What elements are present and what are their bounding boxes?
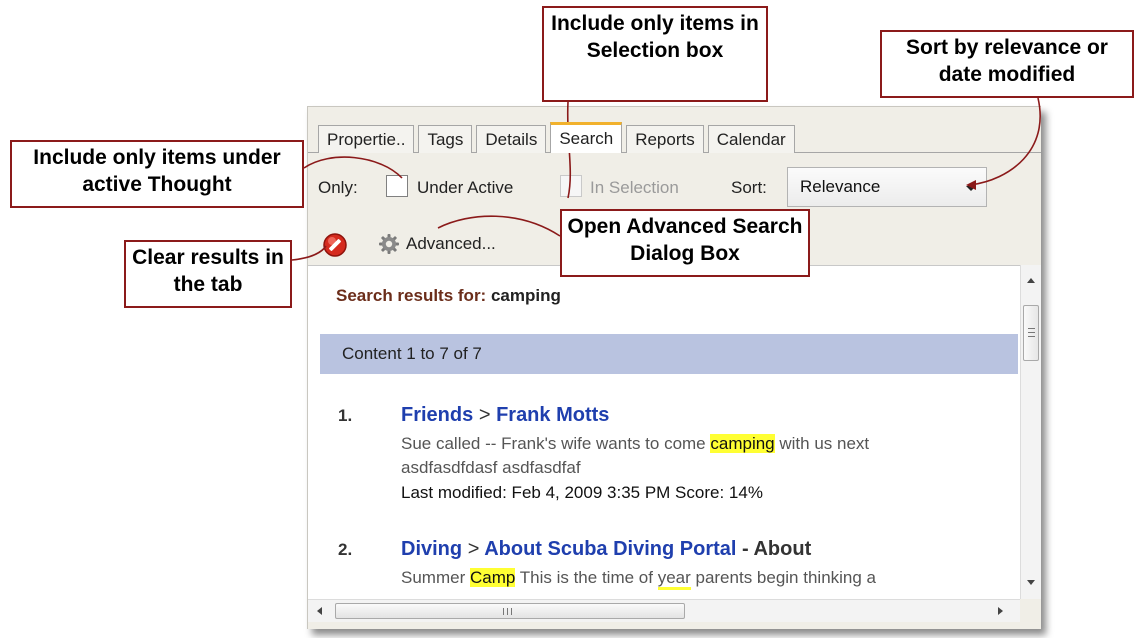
tab-calendar[interactable]: Calendar <box>707 125 795 153</box>
under-active-checkbox[interactable] <box>386 175 408 197</box>
snippet-highlight: Camp <box>469 568 516 587</box>
callout-sort: Sort by relevance or date modified <box>880 30 1134 98</box>
callout-advanced: Open Advanced Search Dialog Box <box>560 209 810 277</box>
clear-results-button[interactable] <box>322 232 348 258</box>
vertical-scroll-thumb[interactable] <box>1023 305 1039 361</box>
results-query: camping <box>490 286 561 305</box>
result-meta: Last modified: Feb 4, 2009 3:35 PM Score… <box>401 483 763 502</box>
breadcrumb-separator: > <box>478 404 491 426</box>
horizontal-scroll-thumb[interactable] <box>335 603 685 619</box>
under-active-label[interactable]: Under Active <box>417 178 513 198</box>
in-selection-checkbox[interactable] <box>560 175 582 197</box>
snippet-text: Summer <box>401 568 470 587</box>
search-results-area: Search results for: camping Content 1 to… <box>308 265 1020 600</box>
in-selection-label: In Selection <box>590 178 679 197</box>
result-parent-link[interactable]: Friends <box>401 404 473 426</box>
scrollbar-corner <box>1020 599 1041 622</box>
scroll-right-arrow-icon[interactable] <box>998 607 1003 615</box>
result-number: 2. <box>338 540 353 559</box>
tab-properties[interactable]: Propertie.. <box>318 125 415 153</box>
sort-select[interactable]: Relevance <box>787 167 987 207</box>
result-snippet: Summer Camp This is the time of year par… <box>401 568 877 590</box>
result-title-link[interactable]: About Scuba Diving Portal <box>484 538 736 560</box>
snippet-underlined-term: year <box>657 568 691 590</box>
result-number: 1. <box>338 406 353 425</box>
result-title-suffix: - About <box>736 538 812 560</box>
tab-reports[interactable]: Reports <box>626 125 704 153</box>
result-breadcrumb: Diving > About Scuba Diving Portal - Abo… <box>401 538 811 561</box>
scroll-up-arrow-icon[interactable] <box>1027 278 1035 283</box>
results-title-prefix: Search results for: <box>336 286 487 305</box>
advanced-search-label: Advanced... <box>406 234 496 253</box>
tab-search[interactable]: Search <box>550 122 623 153</box>
chevron-down-icon <box>966 186 976 191</box>
tab-details[interactable]: Details <box>476 125 547 153</box>
snippet-text: parents begin thinking a <box>690 568 877 587</box>
callout-clear: Clear results in the tab <box>124 240 292 308</box>
gear-icon <box>379 234 399 254</box>
clear-results-icon <box>323 233 347 257</box>
snippet-text: Sue called -- Frank's wife wants to come <box>401 434 711 453</box>
horizontal-scrollbar[interactable] <box>308 599 1020 622</box>
advanced-search-button[interactable]: Advanced... <box>378 230 496 258</box>
tab-strip: Propertie.. Tags Details Search Reports … <box>318 122 799 153</box>
results-title: Search results for: camping <box>336 286 561 306</box>
search-panel: Propertie.. Tags Details Search Reports … <box>307 106 1041 629</box>
result-parent-link[interactable]: Diving <box>401 538 462 560</box>
only-label: Only: <box>318 178 358 197</box>
result-snippet: Sue called -- Frank's wife wants to come… <box>401 434 869 454</box>
scroll-down-arrow-icon[interactable] <box>1027 580 1035 585</box>
result-breadcrumb: Friends > Frank Motts <box>401 404 609 427</box>
tab-tags[interactable]: Tags <box>418 125 473 153</box>
result-title-link[interactable]: Frank Motts <box>496 404 609 426</box>
scroll-left-arrow-icon[interactable] <box>317 607 322 615</box>
snippet-text: with us next <box>774 434 870 453</box>
vertical-scrollbar[interactable] <box>1020 265 1041 599</box>
callout-under-active: Include only items under active Thought <box>10 140 304 208</box>
results-count-bar: Content 1 to 7 of 7 <box>320 334 1018 374</box>
snippet-highlight: camping <box>710 434 775 453</box>
breadcrumb-separator: > <box>467 538 480 560</box>
sort-label: Sort: <box>731 178 767 197</box>
snippet-text: This is the time of <box>515 568 658 587</box>
sort-select-value: Relevance <box>800 177 881 196</box>
result-snippet-line2: asdfasdfdasf asdfasdfaf <box>401 458 581 477</box>
callout-in-selection: Include only items in Selection box <box>542 6 768 102</box>
